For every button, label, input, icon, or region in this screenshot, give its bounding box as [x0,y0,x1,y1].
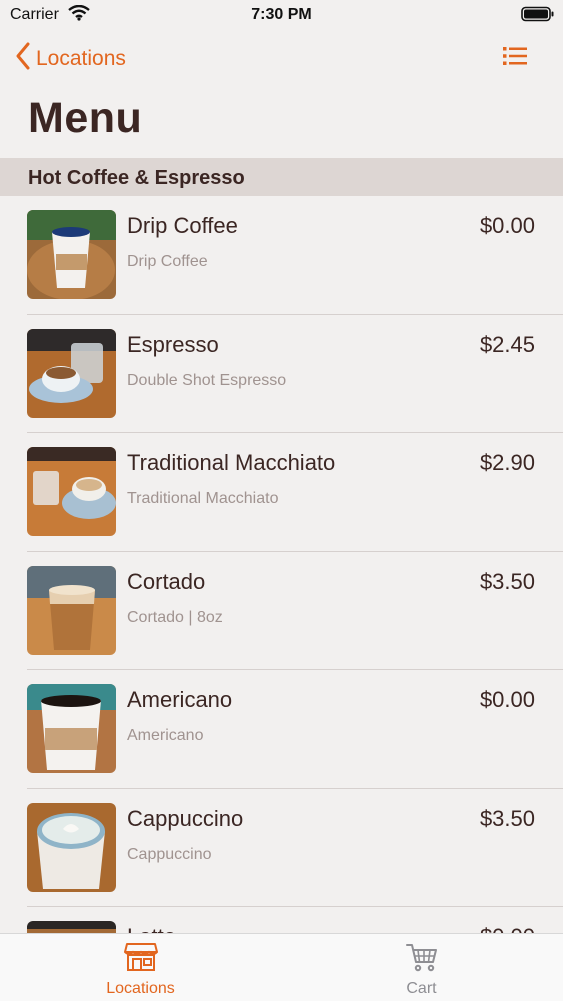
menu-item[interactable]: Americano Americano $0.00 [0,670,563,789]
macchiato-photo [27,447,116,536]
item-description: Americano [127,727,204,744]
section-title: Hot Coffee & Espresso [28,167,245,189]
item-name: Cappuccino [127,805,244,831]
espresso-photo [27,328,116,418]
drip-coffee-photo [27,210,116,299]
tab-bar: Locations Cart [0,933,563,1001]
cortado-photo [27,565,116,655]
menu-item[interactable]: Cortado Cortado | 8oz $3.50 [0,552,563,670]
item-price: $3.50 [479,805,535,831]
item-description: Cappuccino [127,845,212,863]
menu-item[interactable]: Cappuccino Cappuccino $3.50 [0,789,563,907]
item-name: Drip Coffee [127,213,238,238]
cappuccino-photo [27,802,116,892]
back-button-label: Locations [36,46,126,70]
list-icon [503,47,527,70]
tab-cart-label: Cart [406,980,437,997]
store-icon [0,942,281,977]
menu-list[interactable]: Drip Coffee Drip Coffee $0.00 Espresso D… [0,196,563,933]
menu-item[interactable]: Espresso Double Shot Espresso $2.45 [0,315,563,433]
list-view-button[interactable] [503,46,527,71]
item-price: $3.50 [479,568,535,594]
back-button[interactable]: Locations [16,42,126,75]
latte-photo [27,921,116,933]
americano-photo [27,684,116,773]
item-price: $0.00 [480,924,535,933]
tab-locations[interactable]: Locations [0,934,281,1001]
item-name: Cortado [127,568,206,594]
tab-cart[interactable]: Cart [281,934,562,1001]
menu-item[interactable]: Drip Coffee Drip Coffee $0.00 [0,196,563,315]
menu-item[interactable]: Latte $0.00 [0,907,563,933]
cart-icon [281,942,562,977]
item-price: $0.00 [479,213,535,238]
item-description: Cortado | 8oz [127,608,223,626]
item-description: Drip Coffee [127,253,208,270]
status-bar: Carrier 7:30 PM [0,0,563,30]
item-name: Americano [127,687,233,712]
status-time: 7:30 PM [251,6,312,23]
item-price: $2.90 [479,450,535,475]
chevron-left-icon [16,42,30,75]
item-name: Latte [127,924,176,933]
page-title: Menu [28,94,143,142]
item-price: $2.45 [479,331,535,357]
section-header: Hot Coffee & Espresso [0,158,563,196]
item-description: Traditional Macchiato [127,490,279,507]
item-price: $0.00 [479,687,535,712]
item-description: Double Shot Espresso [127,371,287,389]
battery-icon [521,6,555,27]
navigation-bar: Locations [0,36,563,80]
menu-item[interactable]: Traditional Macchiato Traditional Macchi… [0,433,563,552]
item-name: Traditional Macchiato [127,450,336,475]
item-name: Espresso [127,331,219,357]
tab-locations-label: Locations [106,980,175,997]
